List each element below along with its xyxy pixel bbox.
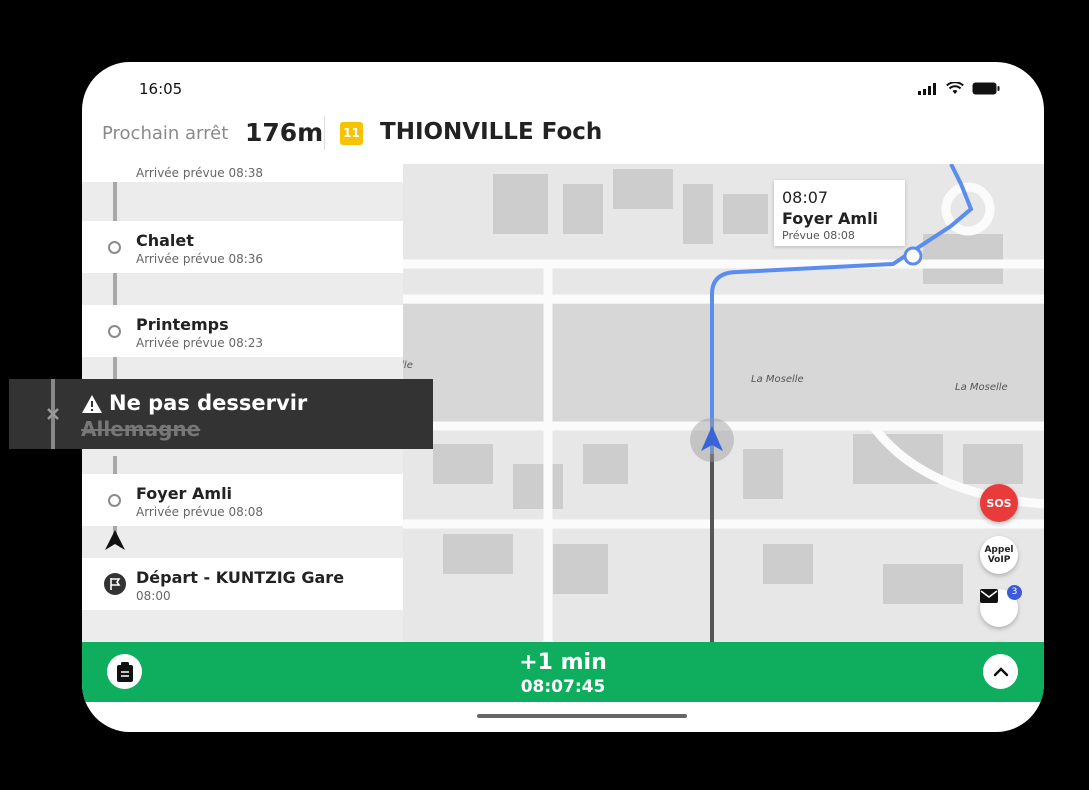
- expand-button[interactable]: [983, 654, 1018, 689]
- stop-name: Printemps: [136, 315, 229, 334]
- river-label: elle: [403, 360, 413, 371]
- next-stop-label: Prochain arrêt: [102, 123, 229, 144]
- status-bar: 16:05: [82, 62, 1044, 112]
- stop-arrival: Arrivée prévue 08:23: [136, 336, 264, 350]
- current-clock: 08:07:45: [520, 677, 606, 697]
- stop-name: Foyer Amli: [136, 484, 233, 503]
- list-item[interactable]: Chalet Arrivée prévue 08:36: [82, 221, 403, 273]
- schedule-status-bar: +1 min 08:07:45: [82, 642, 1044, 702]
- skipped-stop-name: Allemagne: [81, 417, 201, 441]
- voip-call-button[interactable]: Appel VoIP: [980, 536, 1018, 574]
- river-label: La Moselle: [751, 374, 804, 385]
- sos-button[interactable]: SOS: [980, 484, 1018, 522]
- stop-dot: [108, 494, 121, 507]
- header-divider: [324, 116, 325, 150]
- messages-count-badge: 3: [1007, 585, 1022, 600]
- stop-arrival: Arrivée prévue 08:36: [136, 252, 264, 266]
- next-stop-header: Prochain arrêt 176m 11 THIONVILLE Foch: [82, 112, 1044, 164]
- list-item[interactable]: Printemps Arrivée prévue 08:23: [82, 305, 403, 357]
- stop-dot: [108, 325, 121, 338]
- stop-name: Chalet: [136, 231, 194, 250]
- skip-stop-warning[interactable]: Ne pas desservir Allemagne: [9, 379, 433, 449]
- stop-arrival: Arrivée prévue 08:08: [136, 505, 264, 519]
- list-item[interactable]: Arrivée prévue 08:38: [82, 164, 403, 182]
- next-stop-name: THIONVILLE Foch: [380, 119, 603, 145]
- next-stop-distance: 176m: [245, 118, 324, 147]
- close-icon[interactable]: [45, 406, 61, 422]
- list-item[interactable]: Départ - KUNTZIG Gare 08:00: [82, 558, 403, 610]
- status-time: 16:05: [139, 80, 183, 98]
- warning-title: Ne pas desservir: [109, 391, 308, 415]
- battery-icon: [972, 82, 1000, 95]
- stop-dot: [108, 241, 121, 254]
- messages-button[interactable]: 3: [980, 585, 1022, 627]
- line-badge: 11: [340, 122, 363, 145]
- envelope-icon: [980, 589, 998, 603]
- flag-icon: [104, 573, 126, 595]
- wifi-icon: [946, 82, 964, 94]
- delay-indicator: +1 min: [519, 650, 607, 675]
- warning-icon: [82, 395, 102, 413]
- voip-label-line2: VoIP: [987, 555, 1011, 565]
- list-item[interactable]: Foyer Amli Arrivée prévue 08:08: [82, 474, 403, 526]
- stop-name: Départ - KUNTZIG Gare: [136, 568, 345, 587]
- map-canvas: La Moselle La Moselle elle: [403, 164, 1044, 642]
- callout-planned: Prévue 08:08: [782, 229, 855, 242]
- stop-arrival: 08:00: [136, 589, 171, 603]
- river-label: La Moselle: [955, 382, 1008, 393]
- home-indicator[interactable]: [477, 714, 687, 718]
- stop-callout[interactable]: 08:07 Foyer Amli Prévue 08:08: [774, 180, 905, 246]
- voip-label-line1: Appel: [984, 545, 1014, 555]
- map-view[interactable]: La Moselle La Moselle elle 08:07 Foyer A…: [403, 164, 1044, 642]
- signal-icon: [918, 82, 936, 95]
- callout-time: 08:07: [782, 188, 829, 207]
- callout-stop-name: Foyer Amli: [782, 209, 879, 228]
- bus-position-arrow-icon: [105, 530, 125, 550]
- chevron-up-icon: [993, 666, 1008, 676]
